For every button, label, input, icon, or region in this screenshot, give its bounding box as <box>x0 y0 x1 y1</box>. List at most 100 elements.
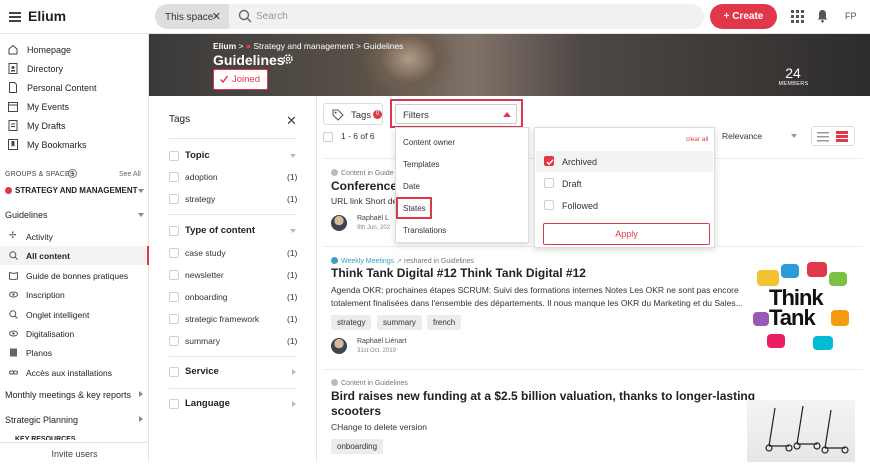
sidebar-item-my-bookmarks[interactable]: My Bookmarks <box>0 135 149 154</box>
checkbox[interactable] <box>169 226 179 236</box>
sidebar-group-strategic[interactable]: Strategic Planning <box>5 415 78 425</box>
apps-grid-icon[interactable] <box>791 10 804 23</box>
close-icon[interactable]: ✕ <box>212 10 221 23</box>
state-option-archived[interactable]: Archived <box>536 151 713 172</box>
view-toggle[interactable] <box>811 126 855 146</box>
joined-button[interactable]: Joined <box>213 69 268 90</box>
sidebar-item-guide[interactable]: Guide de bonnes pratiques <box>0 266 149 285</box>
sidebar-item-digitalisation[interactable]: Digitalisation <box>0 324 149 343</box>
breadcrumb-leaf[interactable]: Guidelines <box>363 41 403 51</box>
apply-button[interactable]: Apply <box>543 223 710 245</box>
app-brand[interactable]: Elium <box>28 8 66 24</box>
card-title[interactable]: Bird raises new funding at a $2.5 billio… <box>331 389 755 404</box>
sidebar-group-key-resources[interactable]: KEY RESOURCES <box>15 436 76 440</box>
breadcrumb-mid[interactable]: Strategy and management <box>253 41 353 51</box>
tag-chip[interactable]: french <box>427 315 462 330</box>
chevron-down-icon[interactable] <box>290 154 296 158</box>
chevron-down-icon[interactable] <box>138 189 144 193</box>
hamburger-menu-icon[interactable] <box>9 12 21 22</box>
clear-all-link[interactable]: clear all <box>686 136 708 143</box>
tag-group-topic[interactable]: Topic <box>150 148 317 164</box>
sidebar-item-personal-content[interactable]: Personal Content <box>0 78 149 97</box>
card-title[interactable]: Think Tank Digital #12 Think Tank Digita… <box>331 266 586 281</box>
filter-option-content-owner[interactable]: Content owner <box>403 138 455 147</box>
tag-chip[interactable]: strategy <box>331 315 372 330</box>
create-button[interactable]: + Create <box>710 4 777 29</box>
checkbox[interactable] <box>169 172 179 182</box>
search-bar[interactable]: This space ✕ Search <box>155 4 704 29</box>
tag-item[interactable]: strategic framework (1) <box>150 311 317 327</box>
invite-users-button[interactable]: Invite users <box>0 442 149 462</box>
add-space-icon[interactable]: + <box>68 169 77 178</box>
select-all-checkbox[interactable] <box>323 132 333 142</box>
author-name[interactable]: Raphaël L <box>357 215 389 222</box>
tags-filter-button[interactable]: Tags 0 <box>323 103 383 125</box>
filter-option-templates[interactable]: Templates <box>403 160 439 169</box>
chevron-right-icon[interactable] <box>292 401 296 407</box>
tag-group-type[interactable]: Type of content <box>150 223 317 239</box>
tag-group-language[interactable]: Language <box>150 396 317 412</box>
sidebar-item-all-content[interactable]: All content <box>0 246 149 265</box>
chevron-right-icon[interactable] <box>139 416 143 422</box>
checkbox[interactable] <box>169 292 179 302</box>
card-view-icon[interactable] <box>836 131 848 142</box>
checkbox[interactable] <box>544 178 554 188</box>
checkbox[interactable] <box>169 314 179 324</box>
see-all-link[interactable]: See All <box>119 171 141 178</box>
tag-chip[interactable]: summary <box>377 315 422 330</box>
user-avatar[interactable]: FP <box>845 11 857 21</box>
tag-item[interactable]: adoption (1) <box>150 169 317 185</box>
state-option-draft[interactable]: Draft <box>536 173 713 194</box>
scooter-thumbnail[interactable] <box>747 400 855 462</box>
sidebar-item-my-drafts[interactable]: My Drafts <box>0 116 149 135</box>
sidebar-item-my-events[interactable]: My Events <box>0 97 149 116</box>
tag-item[interactable]: summary (1) <box>150 333 317 349</box>
sort-select[interactable]: Relevance <box>722 131 762 141</box>
filter-option-translations[interactable]: Translations <box>403 226 446 235</box>
chevron-down-icon[interactable] <box>791 134 797 138</box>
checkbox[interactable] <box>169 336 179 346</box>
avatar[interactable] <box>331 338 347 354</box>
chevron-right-icon[interactable] <box>292 369 296 375</box>
breadcrumb-root[interactable]: Elium <box>213 41 236 51</box>
sidebar-item-onglet[interactable]: Onglet intelligent <box>0 305 149 324</box>
checkbox[interactable] <box>169 194 179 204</box>
sidebar-item-homepage[interactable]: Homepage <box>0 40 149 59</box>
tag-item[interactable]: strategy (1) <box>150 191 317 207</box>
sidebar-item-inscription[interactable]: Inscription <box>0 285 149 304</box>
state-option-followed[interactable]: Followed <box>536 195 713 216</box>
chevron-down-icon[interactable] <box>290 229 296 233</box>
think-tank-thumbnail[interactable]: Think Tank <box>747 258 855 356</box>
card-title-continued[interactable]: scooters <box>331 404 381 419</box>
tag-item[interactable]: onboarding (1) <box>150 289 317 305</box>
avatar[interactable] <box>331 215 347 231</box>
sidebar-item-activity[interactable]: ✢ Activity <box>0 227 149 246</box>
tag-item[interactable]: case study (1) <box>150 245 317 261</box>
close-icon[interactable]: ✕ <box>286 113 297 129</box>
sidebar-item-directory[interactable]: Directory <box>0 59 149 78</box>
gear-icon[interactable] <box>282 53 294 65</box>
checkbox[interactable] <box>169 367 179 377</box>
sidebar-item-acces[interactable]: Accès aux installations <box>0 363 149 382</box>
search-input[interactable]: Search <box>256 11 288 22</box>
chevron-right-icon[interactable] <box>139 391 143 397</box>
filter-option-date[interactable]: Date <box>403 182 420 191</box>
checkbox[interactable] <box>169 270 179 280</box>
sidebar-group-monthly[interactable]: Monthly meetings & key reports <box>5 390 131 400</box>
tag-item[interactable]: newsletter (1) <box>150 267 317 283</box>
notification-bell-icon[interactable] <box>816 9 829 23</box>
checkbox-checked[interactable] <box>544 156 554 166</box>
tag-group-service[interactable]: Service <box>150 364 317 380</box>
sidebar-item-planos[interactable]: Planos <box>0 343 149 362</box>
chevron-down-icon[interactable] <box>138 213 144 217</box>
checkbox[interactable] <box>169 248 179 258</box>
tag-chip[interactable]: onboarding <box>331 439 384 454</box>
space-strategy-management[interactable]: STRATEGY AND MANAGEMENT <box>15 186 138 195</box>
checkbox[interactable] <box>169 151 179 161</box>
author-name[interactable]: Raphaël Liénart <box>357 338 406 345</box>
search-scope-chip[interactable]: This space ✕ <box>155 4 229 29</box>
checkbox[interactable] <box>169 399 179 409</box>
list-view-icon[interactable] <box>817 131 829 142</box>
checkbox[interactable] <box>544 200 554 210</box>
sidebar-item-guidelines[interactable]: Guidelines <box>5 210 48 220</box>
